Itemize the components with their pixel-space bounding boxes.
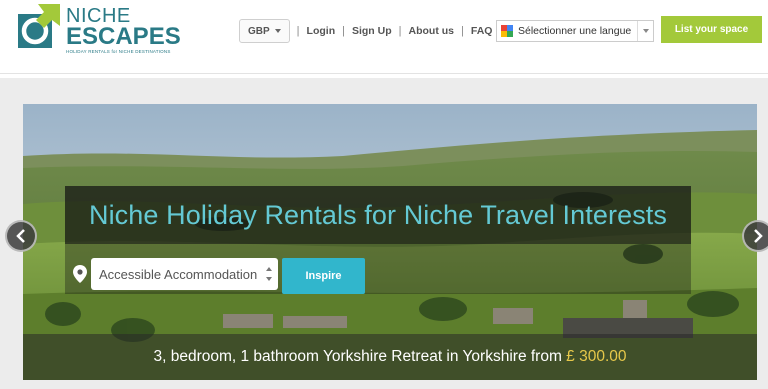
interest-select[interactable]: Accessible Accommodation: [91, 258, 278, 290]
carousel-next-button[interactable]: [742, 220, 768, 252]
nav-divider: |: [296, 25, 300, 37]
logo-escapes: ESCAPES: [66, 23, 181, 50]
nav-divider: |: [461, 25, 464, 37]
caption-price: £ 300.00: [566, 348, 627, 365]
carousel-prev-button[interactable]: [5, 220, 37, 252]
inspire-button[interactable]: Inspire: [282, 258, 365, 294]
site-logo[interactable]: NICHE ESCAPES HOLIDAY RENTALS for NICHE …: [16, 4, 181, 54]
chevron-left-icon: [16, 229, 25, 243]
login-link[interactable]: Login: [307, 25, 336, 37]
chevron-down-icon: [274, 29, 281, 33]
currency-select[interactable]: GBP: [239, 19, 290, 43]
map-pin-icon: [73, 265, 87, 283]
chevron-down-icon: [642, 29, 649, 33]
language-selector[interactable]: Sélectionner une langue: [496, 20, 654, 42]
chevron-right-icon: [754, 229, 763, 243]
logo-mark-icon: [18, 4, 60, 48]
slide-caption-text: 3, bedroom, 1 bathroom Yorkshire Retreat…: [153, 348, 626, 366]
logo-text: NICHE ESCAPES HOLIDAY RENTALS for NICHE …: [66, 6, 181, 54]
top-nav: GBP | Login | Sign Up | About us | FAQ |: [239, 18, 509, 44]
logo-tagline: HOLIDAY RENTALS for NICHE DESTINATIONS: [66, 49, 171, 54]
slide-caption[interactable]: 3, bedroom, 1 bathroom Yorkshire Retreat…: [23, 334, 757, 380]
currency-value: GBP: [248, 25, 270, 37]
language-label: Sélectionner une langue: [518, 25, 632, 37]
language-dropdown-toggle[interactable]: [637, 21, 653, 41]
google-translate-icon: [501, 25, 513, 37]
hero-title-box: Niche Holiday Rentals for Niche Travel I…: [65, 186, 691, 244]
about-link[interactable]: About us: [409, 25, 455, 37]
signup-link[interactable]: Sign Up: [352, 25, 392, 37]
interest-select-value: Accessible Accommodation: [99, 266, 258, 282]
hero-title: Niche Holiday Rentals for Niche Travel I…: [88, 199, 668, 230]
nav-divider: |: [398, 25, 402, 37]
nav-divider: |: [342, 25, 345, 37]
list-your-space-button[interactable]: List your space: [661, 16, 762, 43]
select-arrows-icon: [266, 267, 272, 281]
faq-link[interactable]: FAQ: [471, 25, 493, 37]
site-header: NICHE ESCAPES HOLIDAY RENTALS for NICHE …: [0, 0, 768, 74]
caption-description: 3, bedroom, 1 bathroom Yorkshire Retreat…: [153, 348, 567, 365]
